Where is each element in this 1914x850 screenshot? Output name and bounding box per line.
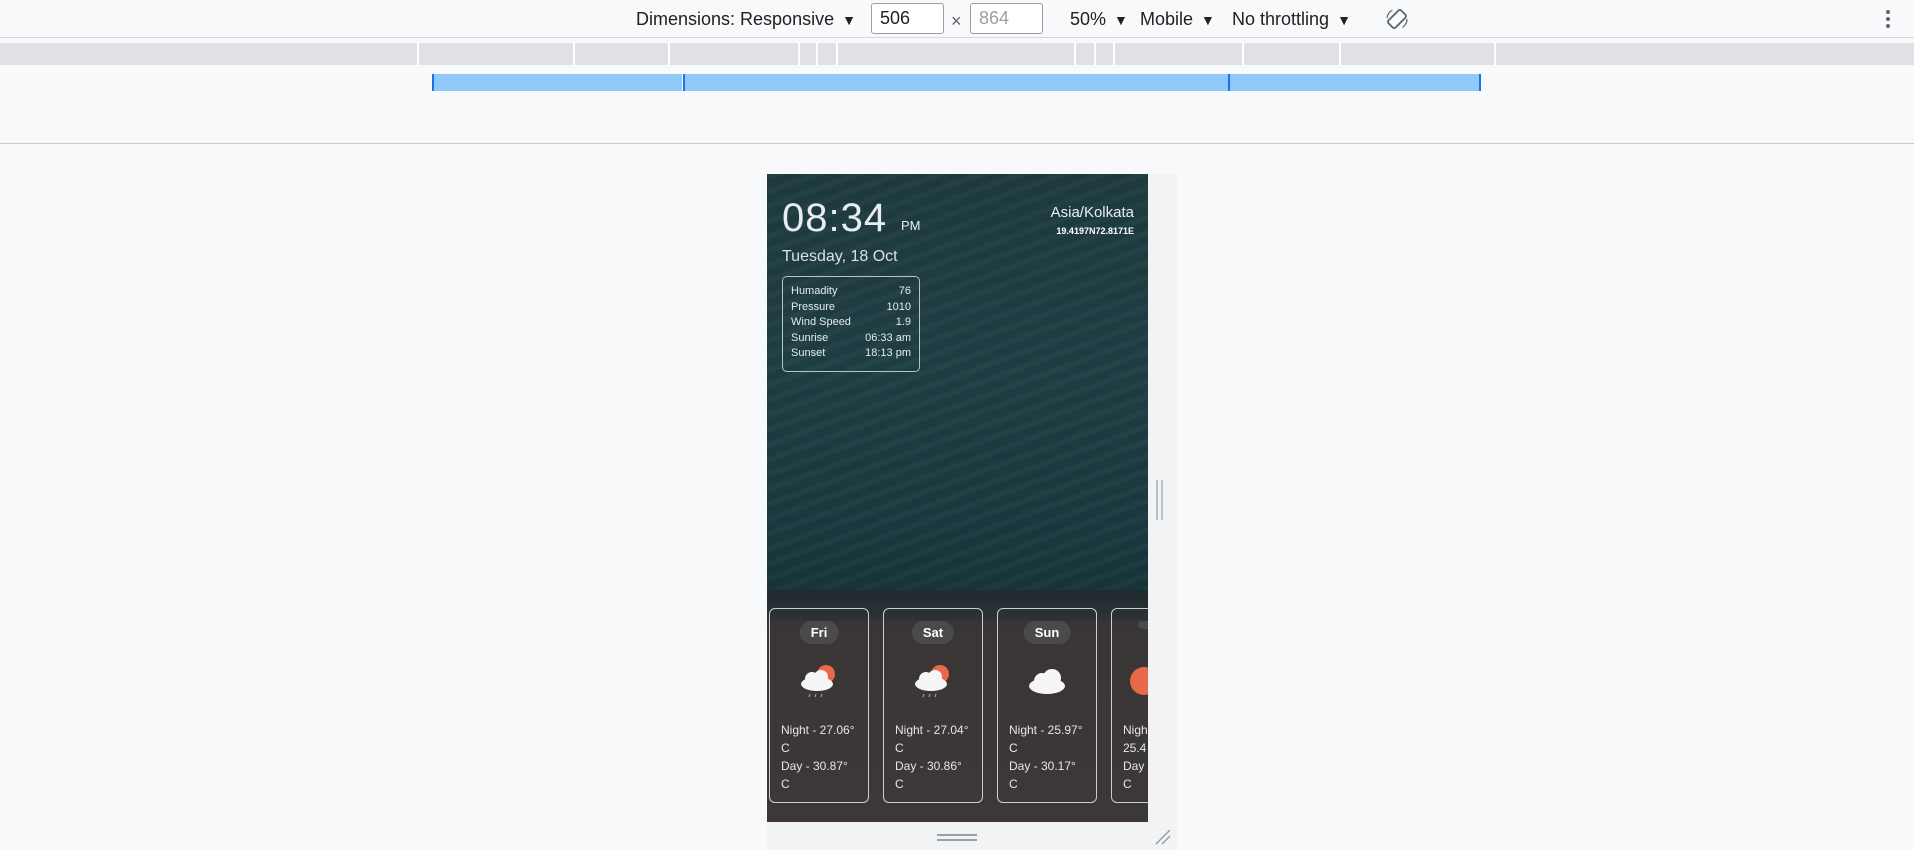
throttling-dropdown[interactable]: No throttling ▼: [1232, 9, 1351, 30]
temp-unit: C: [781, 741, 790, 755]
day-temp: Day - 30.87°: [781, 759, 848, 773]
stat-label: Humadity: [791, 285, 838, 297]
corner-resize-handle[interactable]: [1154, 828, 1172, 846]
chevron-down-icon: ▼: [842, 11, 856, 28]
night-temp: Night - 27.06°: [781, 723, 855, 737]
dimensions-dropdown[interactable]: Dimensions: Responsive ▼: [636, 9, 856, 30]
stat-row: Sunrise 06:33 am: [791, 332, 911, 348]
forecast-day: Sun: [1023, 621, 1071, 644]
cloud-icon: [1029, 669, 1065, 694]
clock-ampm: PM: [901, 218, 921, 233]
stat-value: 06:33 am: [865, 331, 911, 344]
dimensions-label: Dimensions: Responsive: [636, 9, 835, 29]
night-temp: Night - 27.04°: [895, 723, 969, 737]
stat-label: Pressure: [791, 300, 836, 313]
media-query-marker[interactable]: [1242, 43, 1244, 65]
right-resize-handle[interactable]: [1156, 480, 1164, 520]
media-query-edge: [683, 74, 685, 91]
forecast-temps: Night - 27.06° C Day - 30.87° C: [781, 721, 869, 793]
forecast-temps: Night - 27.04° C Day - 30.86° C: [895, 721, 983, 793]
width-input[interactable]: 506: [871, 3, 944, 34]
chevron-down-icon: ▼: [1337, 11, 1351, 28]
forecast-card: Sun Night - 25.97° C Day - 30.17° C: [997, 608, 1097, 803]
stat-value: 76: [898, 285, 911, 297]
media-query-marker[interactable]: [668, 43, 670, 65]
throttling-label: No throttling: [1232, 9, 1330, 29]
forecast-day: [1138, 621, 1148, 629]
stat-label: Sunset: [791, 347, 826, 359]
height-input[interactable]: 864: [970, 3, 1043, 34]
media-query-range[interactable]: [684, 74, 1228, 91]
stat-row: Wind Speed 1.9: [791, 316, 911, 332]
times-symbol: ×: [951, 11, 962, 31]
media-query-marker[interactable]: [1113, 43, 1115, 65]
timezone: Asia/Kolkata: [1050, 204, 1134, 221]
day-temp: Day - 30.17°: [1009, 759, 1076, 773]
day-temp: Day - 30.86°: [895, 759, 962, 773]
forecast-cards: Fri Night - 27.06° C Day - 30.87° C Sat: [767, 608, 1148, 804]
media-query-range[interactable]: [1230, 74, 1480, 91]
bottom-resize-handle[interactable]: [937, 834, 977, 842]
media-query-marker[interactable]: [417, 43, 419, 65]
forecast-card: Fri Night - 27.06° C Day - 30.87° C: [769, 608, 869, 803]
media-query-bar: [0, 43, 1914, 65]
temp-unit: C: [895, 741, 904, 755]
temp-unit: C: [781, 777, 790, 791]
cloud-sun-rain-icon: [915, 665, 949, 698]
stat-value: 1.9: [895, 316, 911, 328]
media-query-marker[interactable]: [1494, 43, 1496, 65]
stat-label: Wind Speed: [791, 316, 851, 328]
media-query-marker[interactable]: [836, 43, 838, 65]
forecast-temps: Night - 25.97° C Day - 30.17° C: [1009, 721, 1097, 793]
media-query-marker[interactable]: [573, 43, 575, 65]
forecast-card: Nigh 25.4 Day C: [1111, 608, 1148, 803]
temp-unit: C: [895, 777, 904, 791]
stat-row: Pressure 1010: [791, 301, 911, 317]
night-temp: Night - 25.97°: [1009, 723, 1083, 737]
device-toolbar: Dimensions: Responsive ▼ 506 × 864 50% ▼…: [0, 0, 1914, 38]
stat-value: 18:13 pm: [865, 347, 911, 359]
temp-unit: C: [1009, 741, 1018, 755]
chevron-down-icon: ▼: [1114, 11, 1128, 28]
device-type-label: Mobile: [1140, 9, 1194, 29]
rotate-icon[interactable]: [1386, 8, 1408, 30]
media-query-range[interactable]: [432, 74, 682, 91]
temp-unit: 25.4: [1123, 741, 1147, 755]
forecast-card: Sat Night - 27.04° C Day - 30.86° C: [883, 608, 983, 803]
media-query-marker[interactable]: [816, 43, 818, 65]
media-query-edge: [432, 74, 434, 91]
day-temp: Day: [1123, 759, 1145, 773]
media-query-edge: [1228, 74, 1230, 91]
media-query-marker[interactable]: [1339, 43, 1341, 65]
forecast-temps: Nigh 25.4 Day C: [1123, 721, 1148, 793]
forecast-day: Sat: [911, 621, 955, 644]
zoom-dropdown[interactable]: 50% ▼: [1070, 9, 1128, 30]
media-query-edge: [1479, 74, 1481, 91]
stat-row: Sunset 18:13 pm: [791, 347, 911, 363]
temp-unit: C: [1009, 777, 1018, 791]
device-viewport: 08:34 PM Tuesday, 18 Oct Asia/Kolkata 19…: [767, 174, 1148, 822]
media-query-marker[interactable]: [798, 43, 800, 65]
night-temp: Nigh: [1123, 723, 1148, 737]
forecast-day: Fri: [799, 621, 839, 644]
stat-row: Humadity 76: [791, 285, 911, 301]
chevron-down-icon: ▼: [1201, 11, 1215, 28]
stat-label: Sunrise: [791, 331, 829, 344]
current-date: Tuesday, 18 Oct: [782, 248, 898, 265]
more-options-icon[interactable]: [1884, 8, 1892, 32]
stat-value: 1010: [886, 300, 911, 313]
zoom-label: 50%: [1070, 9, 1107, 29]
weather-stats-box: Humadity 76 Pressure 1010 Wind Speed 1.9…: [782, 276, 920, 372]
coordinates: 19.4197N72.8171E: [1056, 226, 1134, 236]
cloud-sun-rain-icon: [801, 665, 835, 698]
media-query-marker[interactable]: [1094, 43, 1096, 65]
temp-unit: C: [1123, 777, 1132, 791]
clock-time: 08:34: [782, 196, 888, 240]
sun-icon: [1130, 667, 1148, 695]
toolbar-divider: [0, 143, 1914, 144]
media-query-marker[interactable]: [1074, 43, 1076, 65]
device-type-dropdown[interactable]: Mobile ▼: [1140, 9, 1215, 30]
